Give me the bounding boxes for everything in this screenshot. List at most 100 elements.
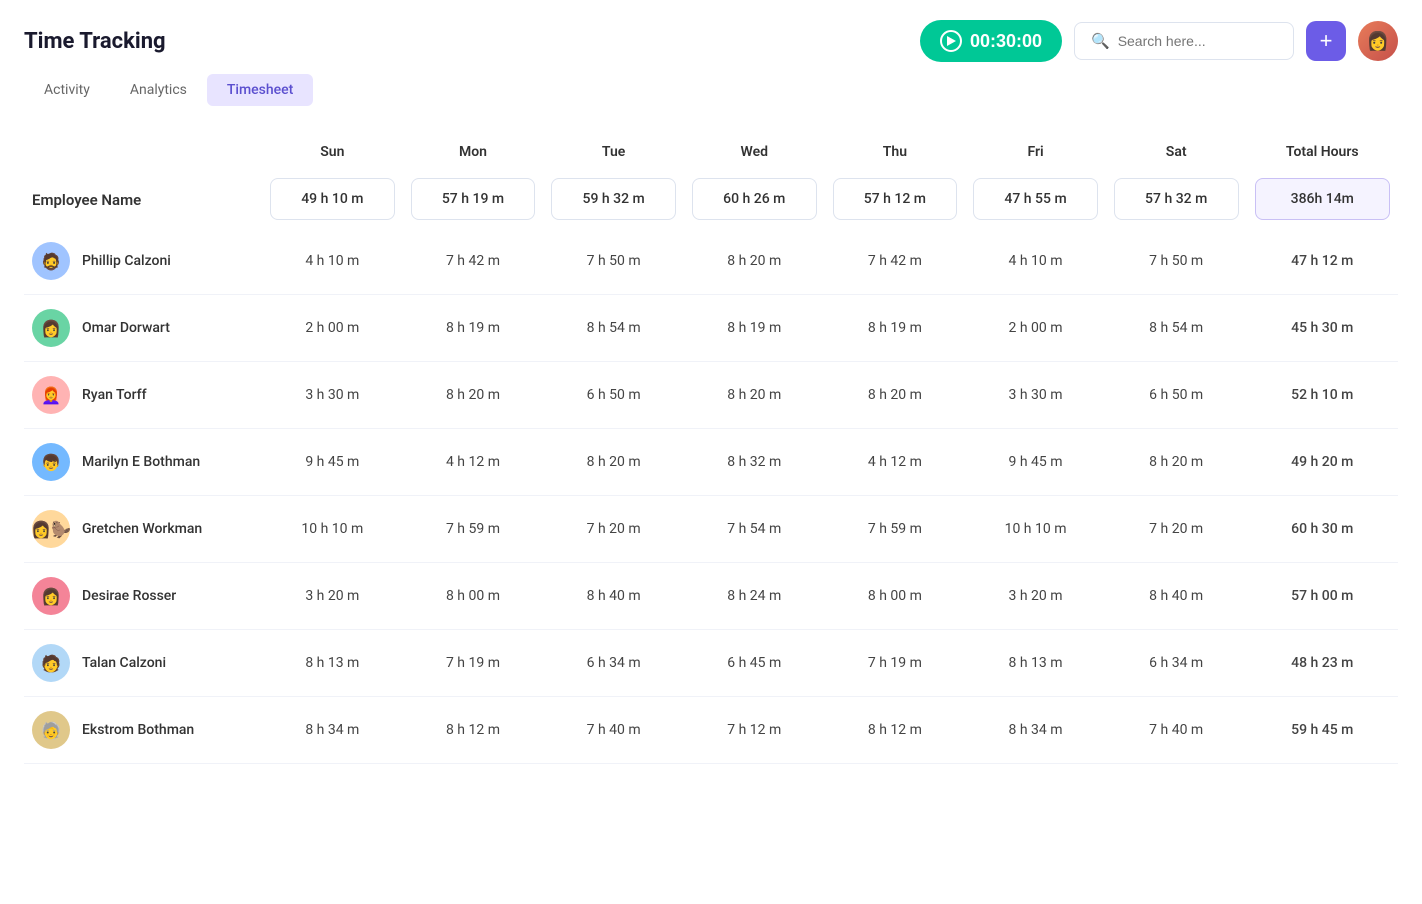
col-header-name xyxy=(24,134,262,170)
employee-thu-hours: 8 h 12 m xyxy=(825,697,966,764)
employee-mon-hours: 7 h 42 m xyxy=(403,228,544,295)
employee-sun-hours: 2 h 00 m xyxy=(262,295,403,362)
totals-thu-box: 57 h 12 m xyxy=(833,178,958,220)
employee-fri-hours: 3 h 30 m xyxy=(965,362,1106,429)
page-title: Time Tracking xyxy=(24,29,166,54)
table-row: 🧓Ekstrom Bothman8 h 34 m8 h 12 m7 h 40 m… xyxy=(24,697,1398,764)
employee-name: Ekstrom Bothman xyxy=(82,722,194,738)
employee-tue-hours: 7 h 20 m xyxy=(543,496,684,563)
employee-tue-hours: 6 h 34 m xyxy=(543,630,684,697)
search-icon: 🔍 xyxy=(1091,32,1110,50)
employee-cell: 👩 Desirae Rosser xyxy=(32,577,254,615)
totals-wed: 60 h 26 m xyxy=(684,170,825,228)
employee-tue-hours: 8 h 40 m xyxy=(543,563,684,630)
employee-tue-hours: 7 h 40 m xyxy=(543,697,684,764)
timer-button[interactable]: 00:30:00 xyxy=(920,20,1062,62)
avatar: 👦 xyxy=(32,443,70,481)
tab-bar: Activity Analytics Timesheet xyxy=(0,62,1422,106)
avatar: 👩 xyxy=(32,577,70,615)
employee-name-cell: 👩‍🦫 Gretchen Workman xyxy=(24,496,262,563)
totals-mon: 57 h 19 m xyxy=(403,170,544,228)
employee-sun-hours: 8 h 34 m xyxy=(262,697,403,764)
tab-activity[interactable]: Activity xyxy=(24,74,110,106)
employee-wed-hours: 7 h 54 m xyxy=(684,496,825,563)
table-row: 👩Desirae Rosser3 h 20 m8 h 00 m8 h 40 m8… xyxy=(24,563,1398,630)
employee-fri-hours: 9 h 45 m xyxy=(965,429,1106,496)
employee-mon-hours: 4 h 12 m xyxy=(403,429,544,496)
employee-sat-hours: 8 h 54 m xyxy=(1106,295,1247,362)
employee-mon-hours: 8 h 19 m xyxy=(403,295,544,362)
employee-fri-hours: 3 h 20 m xyxy=(965,563,1106,630)
tab-analytics[interactable]: Analytics xyxy=(110,74,207,106)
totals-row: Employee Name 49 h 10 m57 h 19 m 59 h 32 m… xyxy=(24,170,1398,228)
employee-name: Phillip Calzoni xyxy=(82,253,171,269)
search-input[interactable] xyxy=(1118,33,1277,49)
employee-fri-hours: 8 h 34 m xyxy=(965,697,1106,764)
table-row: 👩‍🦫Gretchen Workman10 h 10 m7 h 59 m7 h … xyxy=(24,496,1398,563)
header: Time Tracking 00:30:00 🔍 + 👩 Activity An… xyxy=(0,0,1422,106)
employee-total-hours: 45 h 30 m xyxy=(1247,295,1399,362)
employee-total-hours: 57 h 00 m xyxy=(1247,563,1399,630)
employee-name: Gretchen Workman xyxy=(82,521,202,537)
employee-wed-hours: 8 h 32 m xyxy=(684,429,825,496)
employee-wed-hours: 8 h 24 m xyxy=(684,563,825,630)
search-box: 🔍 xyxy=(1074,22,1294,60)
avatar: 👩‍🦫 xyxy=(32,510,70,548)
employee-mon-hours: 8 h 12 m xyxy=(403,697,544,764)
employee-name-cell: 👩‍🦰Ryan Torff xyxy=(24,362,262,429)
employee-wed-hours: 8 h 20 m xyxy=(684,362,825,429)
employee-fri-hours: 4 h 10 m xyxy=(965,228,1106,295)
employee-sat-hours: 7 h 50 m xyxy=(1106,228,1247,295)
employee-total-hours: 60 h 30 m xyxy=(1247,496,1399,563)
user-avatar[interactable]: 👩 xyxy=(1358,21,1398,61)
avatar: 🧓 xyxy=(32,711,70,749)
employee-name: Desirae Rosser xyxy=(82,588,176,604)
avatar: 👩‍🦰 xyxy=(32,376,70,414)
totals-fri-box: 47 h 55 m xyxy=(973,178,1098,220)
totals-wed-box: 60 h 26 m xyxy=(692,178,817,220)
employee-sun-hours: 10 h 10 m xyxy=(262,496,403,563)
timesheet-table: Sun Mon Tue Wed Thu Fri Sat Total Hours … xyxy=(24,134,1398,764)
employee-wed-hours: 6 h 45 m xyxy=(684,630,825,697)
employee-cell: 👩‍🦰Ryan Torff xyxy=(32,376,254,414)
employee-tue-hours: 7 h 50 m xyxy=(543,228,684,295)
employee-thu-hours: 8 h 19 m xyxy=(825,295,966,362)
grand-total-box: 386h 14m xyxy=(1255,178,1391,220)
employee-sun-hours: 3 h 30 m xyxy=(262,362,403,429)
employee-name: Omar Dorwart xyxy=(82,320,170,336)
timesheet-content: Sun Mon Tue Wed Thu Fri Sat Total Hours … xyxy=(0,106,1422,788)
employee-cell: 👩 Omar Dorwart xyxy=(32,309,254,347)
employee-thu-hours: 7 h 42 m xyxy=(825,228,966,295)
employee-thu-hours: 4 h 12 m xyxy=(825,429,966,496)
employee-name-cell: 🧓 Ekstrom Bothman xyxy=(24,697,262,764)
employee-name-label: Employee Name xyxy=(32,191,141,209)
employee-sun-hours: 8 h 13 m xyxy=(262,630,403,697)
employee-name-cell: 👦Marilyn E Bothman xyxy=(24,429,262,496)
add-button[interactable]: + xyxy=(1306,21,1346,61)
employee-sun-hours: 4 h 10 m xyxy=(262,228,403,295)
employee-tue-hours: 6 h 50 m xyxy=(543,362,684,429)
totals-thu: 57 h 12 m xyxy=(825,170,966,228)
employee-sat-hours: 7 h 40 m xyxy=(1106,697,1247,764)
employee-thu-hours: 8 h 20 m xyxy=(825,362,966,429)
employee-name-cell: 🧑Talan Calzoni xyxy=(24,630,262,697)
employee-cell: 👩‍🦫 Gretchen Workman xyxy=(32,510,254,548)
grand-total-cell: 386h 14m xyxy=(1247,170,1399,228)
employee-thu-hours: 7 h 19 m xyxy=(825,630,966,697)
table-row: 👩Omar Dorwart2 h 00 m8 h 19 m8 h 54 m8 h… xyxy=(24,295,1398,362)
employee-sat-hours: 6 h 34 m xyxy=(1106,630,1247,697)
tab-timesheet[interactable]: Timesheet xyxy=(207,74,313,106)
employee-name-cell: 👩 Desirae Rosser xyxy=(24,563,262,630)
employee-total-hours: 59 h 45 m xyxy=(1247,697,1399,764)
column-headers: Sun Mon Tue Wed Thu Fri Sat Total Hours xyxy=(24,134,1398,170)
totals-mon-box: 57 h 19 m xyxy=(411,178,536,220)
totals-sun: 49 h 10 m xyxy=(262,170,403,228)
col-header-sat: Sat xyxy=(1106,134,1247,170)
table-row: 👩‍🦰Ryan Torff3 h 30 m8 h 20 m6 h 50 m8 h… xyxy=(24,362,1398,429)
employee-mon-hours: 7 h 19 m xyxy=(403,630,544,697)
totals-tue-box: 59 h 32 m xyxy=(551,178,676,220)
employee-wed-hours: 8 h 20 m xyxy=(684,228,825,295)
play-icon xyxy=(940,30,962,52)
avatar: 👩 xyxy=(32,309,70,347)
employee-wed-hours: 8 h 19 m xyxy=(684,295,825,362)
